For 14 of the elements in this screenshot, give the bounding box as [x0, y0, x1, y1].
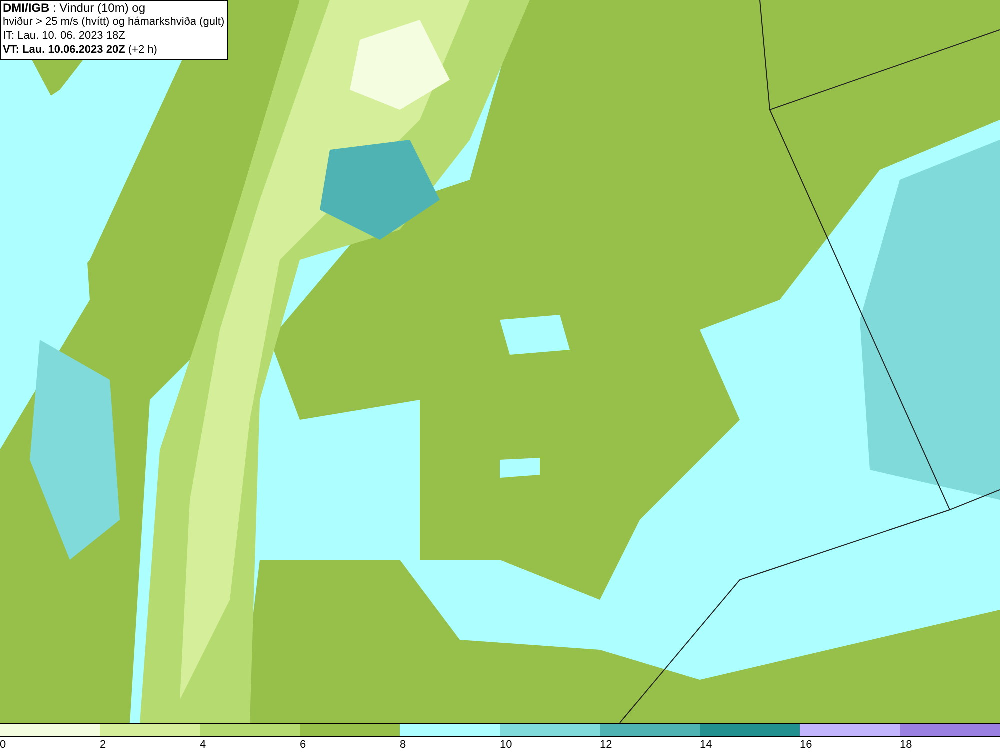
- legend-label: 12: [600, 738, 612, 753]
- legend-label: 6: [300, 738, 306, 753]
- valid-time: VT: Lau. 10.06.2023 20Z (+2 h): [3, 43, 158, 57]
- legend-label: 18: [900, 738, 912, 753]
- legend-label: 2: [100, 738, 106, 753]
- legend-label: 4: [200, 738, 206, 753]
- map-subtitle: hviður > 25 m/s (hvítt) og hámarkshviða (gult): [3, 15, 225, 29]
- legend-label: 8: [400, 738, 406, 753]
- issue-time: IT: Lau. 10. 06. 2023 18Z: [3, 29, 126, 43]
- legend-label: 14: [700, 738, 712, 753]
- legend-label: 0: [0, 738, 6, 753]
- map-title: DMI/IGB : Vindur (10m) og: [3, 1, 146, 15]
- legend-label: 16: [800, 738, 812, 753]
- legend-label: 10: [500, 738, 512, 753]
